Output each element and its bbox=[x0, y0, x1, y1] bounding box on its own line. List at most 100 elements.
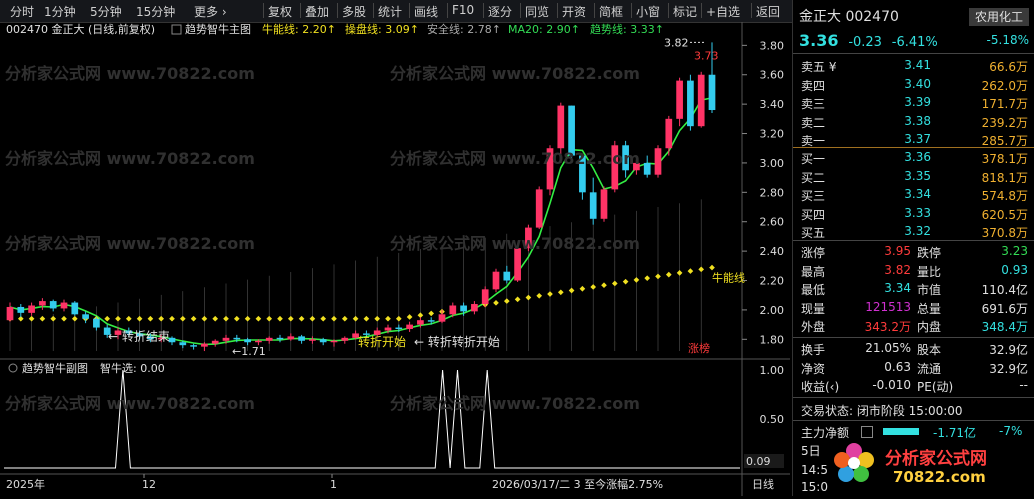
niu-line-dot bbox=[385, 315, 391, 322]
candle-body bbox=[535, 189, 543, 228]
watermark-text: 分析家公式网 www.70822.com bbox=[5, 234, 255, 253]
niu-line-dot bbox=[115, 315, 121, 322]
niu-line-dot bbox=[493, 300, 499, 306]
stat-label: 内盘 bbox=[917, 320, 942, 335]
stat-value: -- bbox=[1019, 378, 1028, 393]
watermark-text: 分析家公式网 www.70822.com bbox=[5, 149, 255, 168]
niu-line-dot bbox=[61, 315, 67, 322]
toolbar-button[interactable]: 简框 bbox=[599, 3, 623, 20]
candle-body bbox=[427, 320, 435, 322]
period-tab[interactable]: 15分钟 bbox=[136, 3, 175, 20]
sub-series-line bbox=[4, 369, 740, 469]
bid-volume: 620.5万 bbox=[981, 207, 1028, 222]
sector-tag[interactable]: 农用化工 bbox=[969, 8, 1029, 26]
niu-line-dot bbox=[179, 315, 186, 322]
niu-line-dot bbox=[514, 296, 521, 303]
grid-icon[interactable] bbox=[861, 426, 873, 438]
stat-value: 32.9亿 bbox=[989, 361, 1028, 376]
y-tick-label: 2.20 bbox=[760, 275, 785, 288]
limit-up-label: 涨榜 bbox=[688, 341, 710, 355]
niu-line-dot bbox=[503, 298, 510, 304]
stat-value: -0.010 bbox=[872, 378, 911, 393]
watermark-text: 分析家公式网 www.70822.com bbox=[390, 149, 640, 168]
quote-row: 买三 3.34 574.8万 bbox=[793, 186, 1034, 204]
bid-volume: 370.8万 bbox=[981, 226, 1028, 240]
stat-value: 691.6万 bbox=[981, 301, 1028, 316]
niu-line-dot bbox=[244, 315, 251, 322]
x-axis-label: 2026/03/17/二 3 至今涨幅2.75% bbox=[492, 477, 663, 491]
stat-label: 换手 bbox=[801, 343, 826, 357]
toolbar-button[interactable]: 多股 bbox=[342, 3, 366, 20]
niu-line-dot bbox=[709, 264, 715, 271]
niu-line-dot bbox=[277, 315, 283, 322]
sub-legend-indicator: 趋势智牛副图 bbox=[22, 361, 88, 375]
sub-y-tick-label: 0.09 bbox=[746, 455, 771, 468]
period-tab[interactable]: 1分钟 bbox=[44, 3, 76, 20]
toolbar-separator bbox=[483, 3, 484, 18]
watermark-text: 分析家公式网 www.70822.com bbox=[5, 394, 255, 413]
bid-price: 3.34 bbox=[904, 187, 931, 201]
quote-row: 换手 21.05% 股本 32.9亿 bbox=[793, 340, 1034, 358]
y-tick-label: 2.60 bbox=[760, 216, 785, 229]
candle-body bbox=[438, 314, 446, 322]
toolbar-button[interactable]: 逐分 bbox=[488, 3, 512, 20]
candle-body bbox=[406, 324, 413, 330]
period-tab[interactable]: 5分钟 bbox=[90, 3, 122, 20]
candle-body bbox=[687, 80, 694, 127]
candle-body bbox=[276, 337, 284, 340]
ask-price: 3.40 bbox=[904, 76, 931, 91]
candle-body bbox=[190, 345, 197, 347]
toolbar-button[interactable]: 复权 bbox=[268, 3, 292, 20]
y-tick-label: 3.80 bbox=[760, 39, 785, 52]
toolbar-button[interactable]: 画线 bbox=[414, 3, 438, 20]
quote-row: 涨停 3.95 跌停 3.23 bbox=[793, 243, 1034, 261]
toolbar-separator bbox=[557, 3, 558, 18]
toolbar-button[interactable]: 返回 bbox=[756, 3, 780, 20]
legend-trend: 趋势线: 3.33↑ bbox=[590, 22, 664, 36]
quote-row: 净资 0.63 流通 32.9亿 bbox=[793, 359, 1034, 377]
toolbar-button[interactable]: 标记 bbox=[673, 3, 697, 20]
niu-line-dot bbox=[363, 315, 370, 322]
candle-body bbox=[211, 340, 219, 344]
ask-label: 卖五 ¥ bbox=[801, 60, 837, 74]
y-tick-label: 3.60 bbox=[760, 69, 785, 82]
niu-line-dot bbox=[374, 315, 381, 322]
niu-line-dot bbox=[147, 315, 154, 322]
stat-label: 现量 bbox=[801, 301, 826, 316]
candle-body bbox=[492, 271, 500, 290]
candle-body bbox=[255, 340, 262, 343]
y-tick-label: 3.40 bbox=[760, 98, 785, 111]
stat-label: PE(动) bbox=[917, 380, 954, 395]
toolbar-button[interactable]: 同览 bbox=[525, 3, 549, 20]
toolbar-separator bbox=[447, 3, 448, 18]
niu-line-dot bbox=[579, 285, 586, 292]
candle-body bbox=[589, 192, 597, 219]
stat-label: 最低 bbox=[801, 283, 826, 298]
toolbar-button[interactable]: 开资 bbox=[562, 3, 586, 20]
watermark-text: 分析家公式网 www.70822.com bbox=[390, 64, 640, 83]
toolbar-button[interactable]: F10 bbox=[452, 3, 474, 17]
toolbar-button[interactable]: 小窗 bbox=[636, 3, 660, 20]
toolbar-button[interactable]: 叠加 bbox=[305, 3, 329, 20]
period-tab[interactable]: 分时 bbox=[10, 3, 34, 20]
quote-row: 卖三 3.39 171.7万 bbox=[793, 94, 1034, 112]
candle-body bbox=[6, 306, 14, 321]
chart-area[interactable]: 3.80 3.60 3.40 3.20 3.00 2.80 2.60 2.40 2.20 2.00… bbox=[0, 22, 790, 496]
candle-body bbox=[417, 320, 424, 325]
candle-body bbox=[222, 337, 230, 341]
niu-line-dot bbox=[71, 315, 78, 322]
period-tab[interactable]: 更多 › bbox=[194, 3, 227, 20]
toolbar-button[interactable]: 统计 bbox=[378, 3, 402, 20]
niu-line-dot bbox=[39, 315, 46, 322]
legend-ma20: MA20: 2.90↑ bbox=[508, 23, 580, 36]
divider bbox=[793, 240, 1034, 241]
candle-body bbox=[179, 342, 187, 346]
niu-line-dot bbox=[125, 315, 132, 322]
niu-line-dot bbox=[665, 271, 672, 278]
toolbar-button[interactable]: +自选 bbox=[706, 3, 740, 20]
stat-value: 3.23 bbox=[1001, 244, 1028, 258]
candle-body bbox=[384, 327, 392, 331]
kline-chart-svg[interactable]: 3.80 3.60 3.40 3.20 3.00 2.80 2.60 2.40 2.20 2.00… bbox=[0, 22, 790, 496]
stat-value: 110.4亿 bbox=[981, 283, 1028, 298]
stock-title: 金正大 002470 bbox=[799, 6, 899, 26]
